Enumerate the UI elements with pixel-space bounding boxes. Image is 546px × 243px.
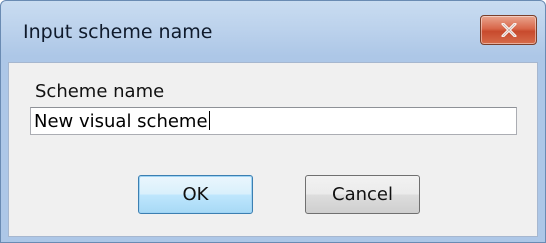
- window-title: Input scheme name: [23, 21, 213, 43]
- close-icon: [501, 23, 517, 37]
- dialog-window: Input scheme name Scheme name New visual…: [0, 0, 546, 243]
- ok-button[interactable]: OK: [138, 175, 253, 214]
- scheme-name-value: New visual scheme: [34, 111, 208, 132]
- cancel-button[interactable]: Cancel: [305, 175, 420, 214]
- text-caret: [208, 111, 210, 130]
- scheme-name-input[interactable]: New visual scheme: [30, 107, 517, 135]
- scheme-name-label: Scheme name: [35, 81, 165, 102]
- close-button[interactable]: [480, 15, 537, 45]
- dialog-body: Scheme name New visual scheme OK Cancel: [8, 62, 538, 237]
- title-bar[interactable]: Input scheme name: [1, 1, 545, 63]
